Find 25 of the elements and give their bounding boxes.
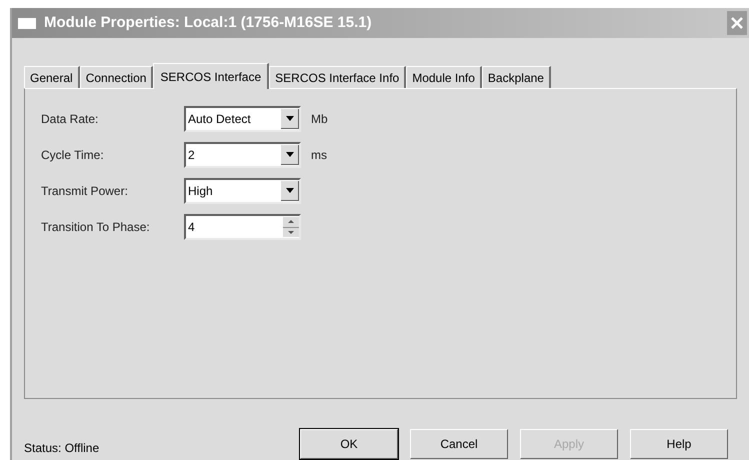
dialog-button[interactable]: Cancel [410,429,508,459]
field-label: Transmit Power: [41,183,129,200]
spin-field[interactable]: 4 [184,214,301,240]
field-label: Transition To Phase: [41,219,151,236]
window-title: Module Properties: Local:1 (1756-M16SE 15.1) [44,12,373,33]
field-label: Data Rate: [41,111,100,128]
dialog-button[interactable]: OK [300,429,398,459]
spin-arrows-icon [283,217,299,237]
tab[interactable]: SERCOS Interface [153,63,270,89]
tab[interactable]: Connection [80,66,154,88]
status-text: Status: Offline [24,440,100,457]
tab[interactable]: General [24,66,80,88]
dialog-button[interactable]: Help [630,429,728,459]
tab[interactable]: SERCOS Interface Info [269,66,406,88]
close-icon [730,16,744,30]
unit-label: Mb [311,111,328,128]
field-label: Cycle Time: [41,147,105,164]
window-icon [18,18,36,28]
tab[interactable]: Module Info [406,66,482,88]
unit-label: ms [311,147,327,164]
close-button[interactable] [727,11,747,35]
tab[interactable]: Backplane [482,66,551,88]
dropdown[interactable]: 2 [184,142,301,168]
dropdown[interactable]: Auto Detect [184,106,301,132]
dropdown[interactable]: High [184,178,301,204]
